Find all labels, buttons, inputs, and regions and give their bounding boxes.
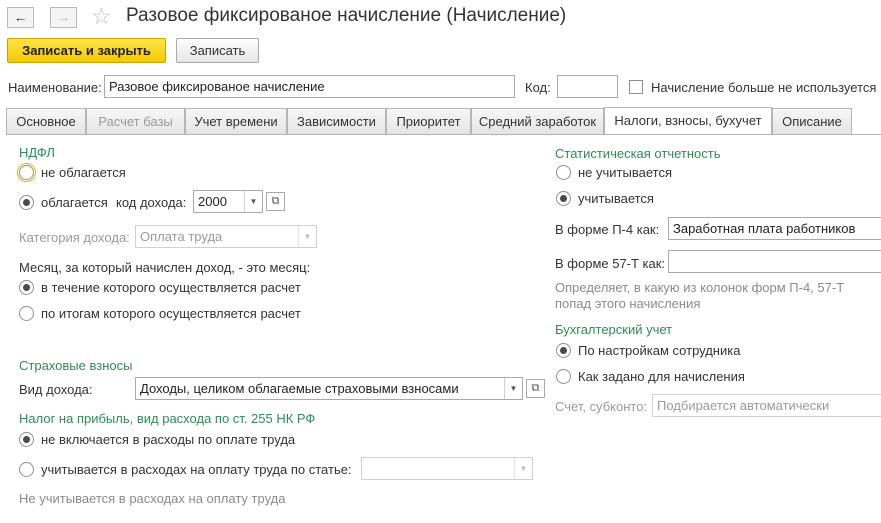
arrow-right-icon: → [56, 9, 71, 25]
stats-section-title: Статистическая отчетность [555, 146, 721, 161]
t57-select[interactable] [668, 250, 881, 273]
income-type-value: Доходы, целиком облагаемые страховыми вз… [140, 381, 459, 396]
tab-average-earnings[interactable]: Средний заработок [471, 108, 604, 134]
account-field: Подбирается автоматически [652, 394, 881, 417]
month-results-label: по итогам которого осуществляется расчет [41, 306, 301, 321]
month-results-radio[interactable] [19, 306, 34, 321]
insurance-section-title: Страховые взносы [19, 358, 133, 373]
unused-label: Начисление больше не используется [651, 80, 877, 95]
open-form-icon: ⧉ [531, 382, 540, 394]
stats-not-counted-radio[interactable] [556, 165, 571, 180]
income-code-value: 2000 [198, 194, 227, 209]
code-label: Код: [525, 80, 551, 95]
chevron-down-icon: ▼ [298, 226, 316, 247]
profit-included-radio[interactable] [19, 462, 34, 477]
profit-not-included-label: не включается в расходы по оплате труда [41, 432, 296, 447]
income-category-select: Оплата труда ▼ [135, 225, 317, 248]
favorite-star-icon[interactable]: ☆ [91, 3, 112, 30]
p4-label: В форме П-4 как: [555, 222, 660, 237]
code-field[interactable] [557, 75, 618, 98]
save-and-close-button[interactable]: Записать и закрыть [7, 38, 166, 63]
chevron-down-icon[interactable]: ▼ [244, 191, 262, 212]
income-code-label: код дохода: [116, 195, 187, 210]
chevron-down-icon: ▼ [514, 458, 532, 479]
tab-main[interactable]: Основное [6, 108, 86, 134]
arrow-left-icon: ← [13, 9, 28, 25]
page-title: Разовое фиксированое начисление (Начисле… [126, 5, 567, 26]
ndfl-taxed-radio[interactable] [19, 195, 34, 210]
ndfl-section-title: НДФЛ [19, 145, 55, 160]
name-field[interactable]: Разовое фиксированое начисление [104, 75, 515, 98]
accounting-as-accrual-label: Как задано для начисления [578, 369, 745, 384]
tab-dependencies[interactable]: Зависимости [287, 108, 386, 134]
ndfl-taxed-label: облагается [41, 195, 108, 210]
open-income-type-button[interactable]: ⧉ [526, 379, 545, 398]
stats-counted-radio[interactable] [556, 191, 571, 206]
tab-taxes[interactable]: Налоги, взносы, бухучет [604, 107, 772, 135]
profit-included-label: учитывается в расходах на оплату труда п… [41, 462, 352, 477]
stats-counted-label: учитывается [578, 191, 654, 206]
tab-divider [6, 134, 881, 135]
t57-label: В форме 57-Т как: [555, 256, 666, 271]
ndfl-not-taxed-label: не облагается [41, 165, 126, 180]
income-type-select[interactable]: Доходы, целиком облагаемые страховыми вз… [135, 377, 523, 400]
back-button[interactable]: ← [7, 7, 34, 28]
income-type-label: Вид дохода: [19, 382, 93, 397]
tab-base-calc[interactable]: Расчет базы [86, 108, 185, 134]
forward-button[interactable]: → [50, 7, 77, 28]
account-label: Счет, субконто: [555, 399, 648, 414]
accounting-by-employee-radio[interactable] [556, 343, 571, 358]
accounting-section-title: Бухгалтерский учет [555, 322, 673, 337]
save-button[interactable]: Записать [176, 38, 259, 63]
ndfl-not-taxed-radio[interactable] [17, 163, 36, 182]
stats-hint: Определяет, в какую из колонок форм П-4,… [555, 280, 845, 311]
month-during-radio[interactable] [19, 280, 34, 295]
open-form-icon: ⧉ [271, 195, 280, 207]
profit-not-included-radio[interactable] [19, 432, 34, 447]
tab-time-accounting[interactable]: Учет времени [185, 108, 287, 134]
name-label: Наименование: [8, 80, 102, 95]
accounting-as-accrual-radio[interactable] [556, 369, 571, 384]
income-category-label: Категория дохода: [19, 230, 130, 245]
profit-tax-section-title: Налог на прибыль, вид расхода по ст. 255… [19, 411, 316, 426]
stats-not-counted-label: не учитывается [578, 165, 672, 180]
tab-priority[interactable]: Приоритет [386, 108, 471, 134]
profit-tax-note: Не учитывается в расходах на оплату труд… [19, 491, 286, 506]
month-during-label: в течение которого осуществляется расчет [41, 280, 301, 295]
tab-description[interactable]: Описание [772, 108, 852, 134]
open-income-code-button[interactable]: ⧉ [266, 192, 285, 211]
accounting-by-employee-label: По настройкам сотрудника [578, 343, 741, 358]
income-category-value: Оплата труда [140, 229, 223, 244]
unused-checkbox[interactable] [629, 80, 643, 94]
month-question-label: Месяц, за который начислен доход, - это … [19, 260, 311, 275]
income-code-select[interactable]: 2000 ▼ [193, 190, 263, 213]
chevron-down-icon[interactable]: ▼ [504, 378, 522, 399]
p4-select[interactable]: Заработная плата работников [668, 217, 881, 240]
profit-article-select: ▼ [361, 457, 533, 480]
